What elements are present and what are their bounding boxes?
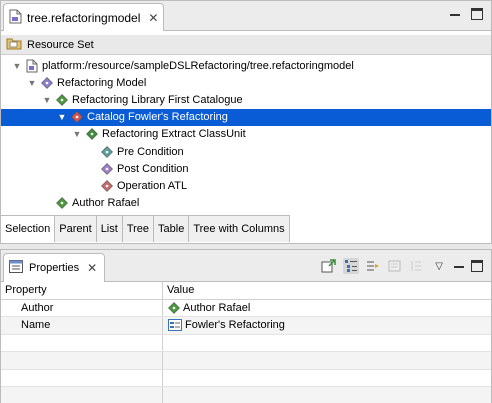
tab-tree-with-columns[interactable]: Tree with Columns	[189, 216, 290, 242]
precondition-icon	[100, 145, 114, 158]
empty-cell	[163, 370, 491, 387]
expand-triangle-icon[interactable]: ▼	[41, 95, 53, 105]
property-row[interactable]: Author Author Rafael	[1, 299, 491, 317]
empty-cell	[1, 352, 163, 369]
properties-tab-label: Properties	[29, 262, 80, 274]
tree-item[interactable]: ▼ Refactoring Extract ClassUnit	[1, 126, 491, 143]
author-icon	[55, 197, 69, 210]
show-advanced-icon[interactable]	[365, 258, 381, 274]
filter-icon[interactable]	[409, 258, 425, 274]
model-editor: tree.refactoringmodel ✕ Resource Set ▼ pl…	[0, 0, 492, 244]
library-icon	[55, 94, 69, 106]
tree-item[interactable]: Pre Condition	[1, 143, 491, 160]
properties-tabbar: Properties ✕ ▽	[1, 250, 491, 282]
properties-view: Properties ✕ ▽ Property Value Author Aut…	[0, 249, 492, 403]
expand-triangle-icon[interactable]: ▼	[26, 78, 38, 88]
minimize-button[interactable]	[453, 260, 465, 272]
tab-list[interactable]: List	[96, 216, 123, 242]
properties-icon	[9, 260, 23, 276]
property-name: Name	[1, 317, 163, 334]
tab-table[interactable]: Table	[154, 216, 190, 242]
empty-row	[1, 369, 491, 387]
properties-table: Property Value Author Author Rafael Name Fo…	[1, 282, 491, 403]
table-header-row: Property Value	[1, 282, 491, 300]
tree-item-label: platform:/resource/sampleDSLRefactoring/…	[42, 59, 354, 72]
property-name: Author	[1, 299, 163, 316]
empty-cell	[163, 352, 491, 369]
model-tree[interactable]: ▼ platform:/resource/sampleDSLRefactoring…	[1, 57, 491, 212]
expand-triangle-icon[interactable]: ▼	[71, 129, 83, 139]
editor-tab-label: tree.refactoringmodel	[27, 10, 141, 25]
tree-item-label: Author Rafael	[72, 197, 140, 210]
maximize-button[interactable]	[471, 8, 483, 20]
tree-item[interactable]: ▼ platform:/resource/sampleDSLRefactoring…	[1, 57, 491, 74]
tree-item-label: Pre Condition	[117, 145, 184, 158]
refactoring-icon	[85, 128, 99, 141]
property-row[interactable]: Name Fowler's Refactoring	[1, 317, 491, 335]
empty-row	[1, 334, 491, 352]
view-menu-icon[interactable]: ▽	[435, 261, 443, 272]
postcondition-icon	[100, 162, 114, 175]
minimize-button[interactable]	[449, 8, 461, 20]
tree-item[interactable]: ▼ Catalog Fowler's Refactoring	[1, 108, 491, 126]
show-categories-icon[interactable]	[343, 258, 360, 274]
file-icon	[25, 59, 39, 73]
tree-item-label: Catalog Fowler's Refactoring	[87, 111, 228, 124]
editor-tabbar: tree.refactoringmodel ✕	[1, 1, 491, 31]
tab-tree[interactable]: Tree	[122, 216, 155, 242]
property-value-cell[interactable]: Fowler's Refactoring	[163, 317, 491, 334]
tree-item[interactable]: Author Rafael	[1, 195, 491, 212]
resource-set-label: Resource Set	[27, 38, 94, 51]
tree-item[interactable]: Post Condition	[1, 160, 491, 177]
restore-default-icon[interactable]	[387, 258, 403, 274]
property-value: Author Rafael	[183, 301, 251, 314]
model-icon	[40, 76, 54, 89]
author-icon	[168, 301, 180, 314]
empty-row	[1, 352, 491, 370]
resource-set-icon	[6, 36, 22, 53]
maximize-button[interactable]	[471, 260, 483, 272]
editor-tab[interactable]: tree.refactoringmodel ✕	[3, 3, 164, 31]
tab-selection[interactable]: Selection	[1, 216, 56, 242]
column-header-value[interactable]: Value	[163, 282, 491, 299]
operation-icon	[100, 179, 114, 192]
tab-parent[interactable]: Parent	[55, 216, 97, 242]
empty-cell	[1, 334, 163, 351]
tree-item-label: Operation ATL	[117, 179, 188, 192]
empty-cell	[163, 387, 491, 403]
close-icon[interactable]: ✕	[148, 11, 158, 25]
resource-set-row[interactable]: Resource Set	[1, 35, 491, 55]
expand-triangle-icon[interactable]: ▼	[11, 61, 23, 71]
close-icon[interactable]: ✕	[87, 261, 97, 275]
tree-item-label: Post Condition	[117, 162, 189, 175]
text-field-icon	[168, 319, 182, 332]
tree-item[interactable]: ▼ Refactoring Model	[1, 74, 491, 91]
empty-cell	[1, 387, 163, 403]
property-value: Fowler's Refactoring	[185, 319, 285, 332]
properties-tab[interactable]: Properties ✕	[3, 253, 105, 282]
tree-item-label: Refactoring Library First Catalogue	[72, 93, 243, 106]
editor-page-tabs: Selection Parent List Tree Table Tree with Co…	[1, 215, 290, 242]
expand-triangle-icon[interactable]: ▼	[56, 112, 68, 122]
tree-item[interactable]: ▼ Refactoring Library First Catalogue	[1, 91, 491, 108]
pin-to-selection-icon[interactable]	[321, 258, 337, 274]
model-file-icon	[9, 9, 22, 27]
catalog-icon	[70, 111, 84, 124]
empty-row	[1, 387, 491, 403]
empty-cell	[1, 369, 163, 386]
column-header-property[interactable]: Property	[1, 282, 163, 299]
property-value-cell[interactable]: Author Rafael	[163, 300, 491, 317]
tree-item[interactable]: Operation ATL	[1, 177, 491, 194]
tree-item-label: Refactoring Model	[57, 76, 147, 89]
empty-cell	[163, 335, 491, 352]
tree-item-label: Refactoring Extract ClassUnit	[102, 128, 246, 141]
